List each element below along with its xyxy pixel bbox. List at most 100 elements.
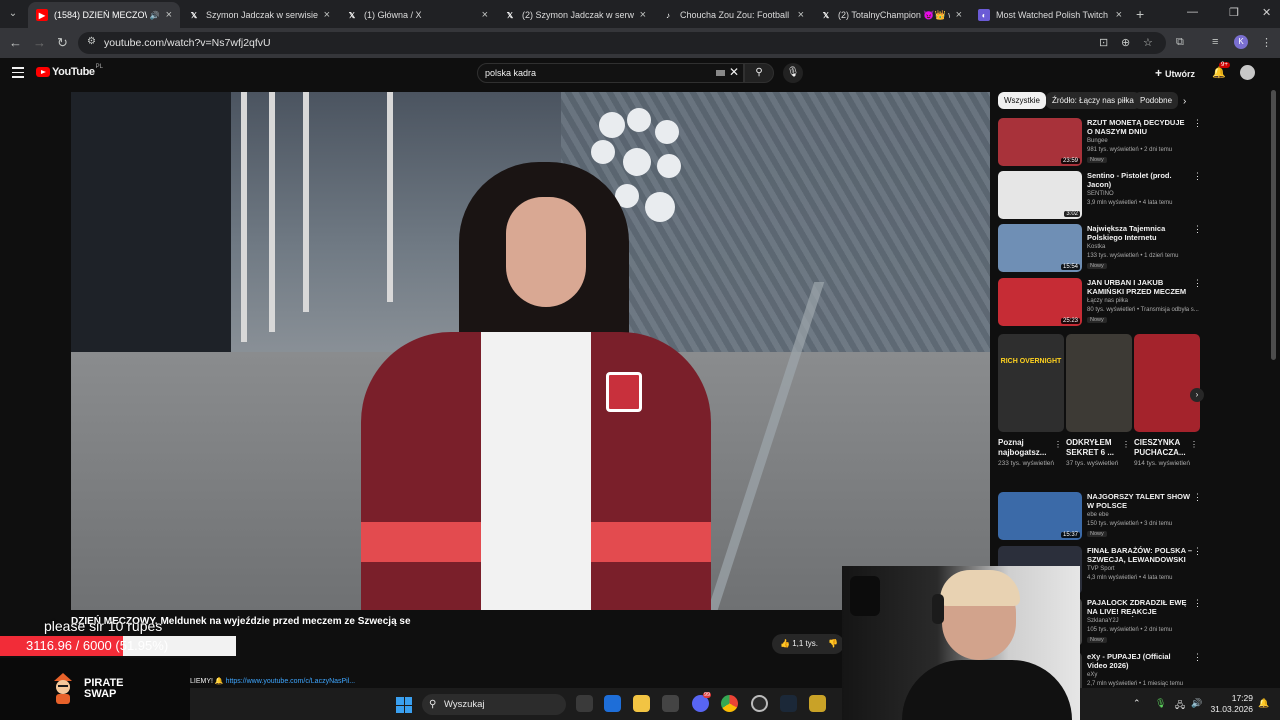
browser-tab[interactable]: 𝕏 (2) TotalnyChampion 😈👑 w ×	[812, 2, 970, 28]
short-title[interactable]: CIESZYNKA PUCHACZA...	[1134, 438, 1190, 458]
more-options-icon[interactable]: ⋮	[1193, 492, 1202, 503]
channel-name[interactable]: eXy	[1087, 672, 1097, 678]
channel-name[interactable]: ebe ebe	[1087, 512, 1109, 518]
recommended-video[interactable]: 15:54 Największa Tajemnica Polskiego Inte…	[998, 224, 1203, 274]
scrollbar[interactable]	[1271, 90, 1276, 360]
more-options-icon[interactable]: ⋮	[1193, 118, 1202, 129]
description-link[interactable]: https://www.youtube.com/c/LaczyNasPil...	[226, 678, 356, 685]
hamburger-menu-icon[interactable]	[12, 67, 24, 81]
app-icon[interactable]	[809, 695, 826, 712]
chip-source[interactable]: Źródło: Łączy nas piłka	[1046, 92, 1140, 109]
recommended-video[interactable]: 3:02 Sentino - Pistolet (prod. Jacon) SENT…	[998, 171, 1203, 221]
thumbs-down-icon[interactable]: 👎	[828, 639, 838, 648]
create-button[interactable]: + Utwórz	[1155, 66, 1195, 80]
notification-center-icon[interactable]: 🔔	[1258, 698, 1269, 709]
recommended-video[interactable]: 23:59 RZUT MONETĄ DECYDUJE O NASZYM DNIU B…	[998, 118, 1203, 168]
search-button[interactable]: ⚲	[744, 63, 774, 83]
more-options-icon[interactable]: ⋮	[1193, 598, 1202, 609]
browser-tab[interactable]: 𝕏 (1) Główna / X ×	[338, 2, 496, 28]
outlook-icon[interactable]	[604, 695, 621, 712]
chip-related[interactable]: Podobne	[1134, 92, 1179, 109]
minimize-icon[interactable]: —	[1187, 6, 1198, 18]
store-icon[interactable]	[662, 695, 679, 712]
video-title[interactable]: PAJALOCK ZDRADZIŁ EWĘ NA LIVE! REAKCJE S…	[1087, 598, 1192, 617]
account-avatar[interactable]	[1240, 65, 1255, 80]
browser-tab[interactable]: ◐ Most Watched Polish Twitch St ×	[970, 2, 1130, 28]
video-player[interactable]	[71, 92, 990, 610]
chrome-icon[interactable]	[721, 695, 738, 712]
video-thumbnail[interactable]: 15:37	[998, 492, 1082, 540]
chevron-right-icon[interactable]: ›	[1183, 96, 1186, 107]
short-thumbnail[interactable]	[1134, 334, 1200, 432]
recommended-video[interactable]: 15:37 NAJGORSZY TALENT SHOW W POLSCE ebe e…	[998, 492, 1203, 542]
more-options-icon[interactable]: ⋮	[1193, 652, 1202, 663]
more-options-icon[interactable]: ⋮	[1193, 224, 1202, 235]
more-options-icon[interactable]: ⋮	[1193, 278, 1202, 289]
like-button[interactable]: 👍 1,1 tys. 👎	[772, 634, 844, 654]
browser-tab[interactable]: 𝕏 Szymon Jadczak w serwisie X: ×	[180, 2, 338, 28]
maximize-icon[interactable]: ❐	[1229, 6, 1239, 19]
short-thumbnail[interactable]: RICH OVERNIGHT	[998, 334, 1064, 432]
more-options-icon[interactable]: ⋮	[1190, 440, 1198, 449]
extensions-icon[interactable]: ⧉	[1176, 36, 1184, 49]
media-controls-icon[interactable]: ≡	[1212, 36, 1218, 48]
short-card[interactable]: RICH OVERNIGHT Poznaj najbogatsz... 233 ty…	[998, 334, 1064, 468]
close-icon[interactable]: ×	[640, 9, 646, 21]
short-title[interactable]: ODKRYŁEM SEKRET 6 ...	[1066, 438, 1122, 458]
video-thumbnail[interactable]: 3:02	[998, 171, 1082, 219]
file-explorer-icon[interactable]	[633, 695, 650, 712]
video-thumbnail[interactable]: 23:59	[998, 118, 1082, 166]
video-title[interactable]: RZUT MONETĄ DECYDUJE O NASZYM DNIU	[1087, 118, 1192, 136]
close-icon[interactable]: ×	[166, 9, 172, 21]
site-info-icon[interactable]: ⚙	[87, 36, 96, 47]
channel-name[interactable]: SzklanaY2J	[1087, 618, 1119, 624]
taskbar-search[interactable]: ⚲ Wyszukaj	[422, 694, 566, 715]
video-thumbnail[interactable]: 15:54	[998, 224, 1082, 272]
browser-tab[interactable]: 𝕏 (2) Szymon Jadczak w serwisie ×	[496, 2, 654, 28]
video-title[interactable]: eXy - PUPAJEJ (Official Video 2026)	[1087, 652, 1192, 670]
channel-name[interactable]: TVP Sport	[1087, 566, 1115, 572]
zoom-icon[interactable]: ⊕	[1121, 36, 1130, 49]
address-bar[interactable]: ⚙ youtube.com/watch?v=Ns7wfj2qfvU	[78, 32, 1166, 54]
channel-name[interactable]: Bungee	[1087, 138, 1108, 144]
more-options-icon[interactable]: ⋮	[1122, 440, 1130, 449]
install-app-icon[interactable]: ⊡	[1099, 36, 1108, 49]
shorts-next-icon[interactable]: ›	[1190, 388, 1204, 402]
task-view-icon[interactable]	[576, 695, 593, 712]
close-icon[interactable]: ×	[324, 9, 330, 21]
short-thumbnail[interactable]	[1066, 334, 1132, 432]
close-icon[interactable]: ×	[956, 9, 962, 21]
volume-icon[interactable]: 🔊	[1191, 698, 1202, 709]
more-options-icon[interactable]: ⋮	[1193, 546, 1202, 557]
new-tab-button[interactable]: +	[1136, 6, 1144, 22]
speaker-icon[interactable]: 🔊	[150, 11, 160, 20]
forward-icon[interactable]: →	[33, 35, 46, 50]
video-title[interactable]: FINAŁ BARAŻÓW: POLSKA – SZWECJA, LEWANDO…	[1087, 546, 1192, 565]
obs-icon[interactable]	[751, 695, 768, 712]
tray-mic-icon[interactable]: 🎙	[1155, 698, 1166, 709]
chip-all[interactable]: Wszystkie	[998, 92, 1046, 109]
browser-tab[interactable]: ♪ Choucha Zou Zou: Football & F ×	[654, 2, 812, 28]
windows-start-icon[interactable]	[396, 697, 412, 713]
reload-icon[interactable]: ↻	[57, 35, 68, 51]
tray-chevron-icon[interactable]: ⌃	[1133, 698, 1141, 709]
browser-profile-avatar[interactable]: K	[1234, 35, 1248, 49]
clear-search-icon[interactable]: ✕	[729, 65, 739, 79]
video-title[interactable]: NAJGORSZY TALENT SHOW W POLSCE	[1087, 492, 1192, 510]
short-card[interactable]: ODKRYŁEM SEKRET 6 ... 37 tys. wyświetleń ⋮	[1066, 334, 1132, 468]
back-icon[interactable]: ←	[9, 35, 22, 50]
short-card[interactable]: CIESZYNKA PUCHACZA... 914 tys. wyświetleń…	[1134, 334, 1200, 468]
channel-name[interactable]: Łączy nas piłka	[1087, 298, 1128, 304]
network-icon[interactable]: 🖧	[1175, 698, 1185, 714]
recommended-video[interactable]: 25:23 JAN URBAN I JAKUB KAMIŃSKI PRZED ME…	[998, 278, 1203, 328]
browser-tab[interactable]: ▶ (1584) DZIEŃ MECZOWY. M 🔊 ×	[28, 2, 180, 28]
menu-dots-icon[interactable]: ⋮	[1261, 36, 1272, 49]
voice-search-button[interactable]: 🎙	[783, 63, 803, 83]
channel-name[interactable]: Kostka	[1087, 244, 1105, 250]
close-window-icon[interactable]: ✕	[1262, 6, 1271, 19]
search-input[interactable]: polska kadra ✕	[477, 63, 744, 83]
close-icon[interactable]: ×	[482, 9, 488, 21]
tab-search-icon[interactable]: ⌄	[4, 5, 22, 23]
more-options-icon[interactable]: ⋮	[1193, 171, 1202, 182]
taskbar-clock[interactable]: 17:29 31.03.2026	[1205, 693, 1253, 715]
